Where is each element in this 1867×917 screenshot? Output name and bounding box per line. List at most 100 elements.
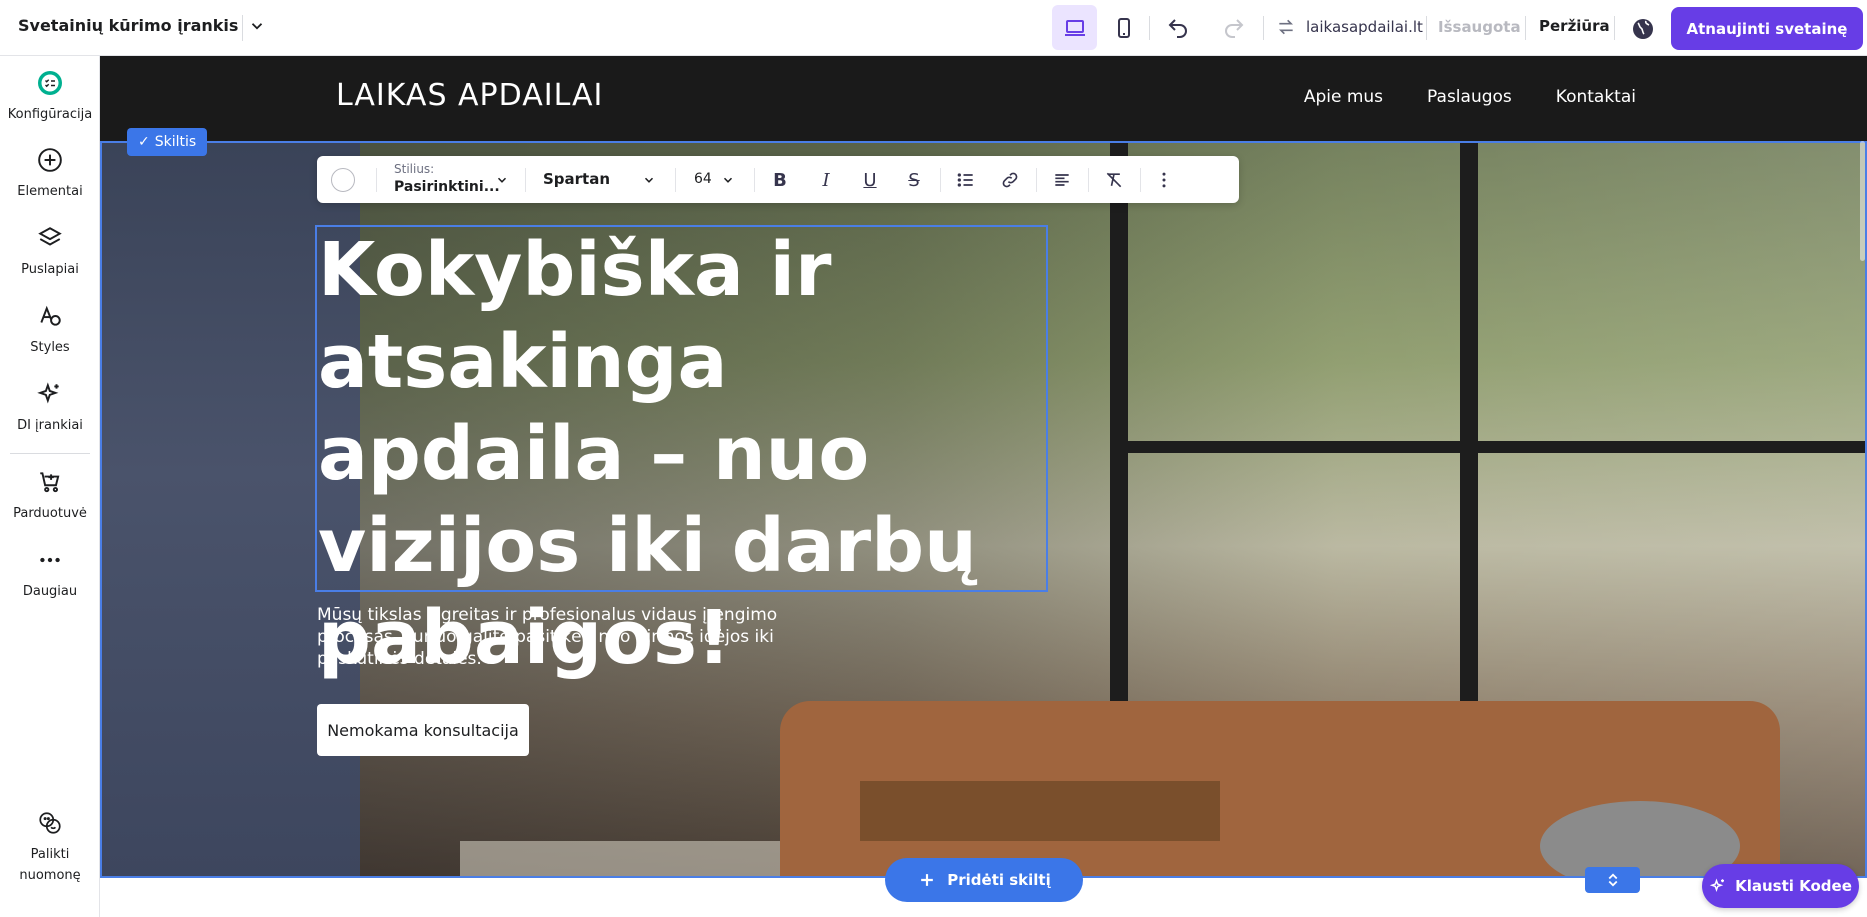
preview-button[interactable]: Peržiūra [1539,17,1610,35]
swap-arrows-icon [1278,19,1294,35]
divider [1525,16,1526,40]
link-icon [1002,172,1018,188]
sidebar-item-elements[interactable]: Elementai [0,147,100,202]
canvas-scrollbar[interactable] [1860,141,1865,261]
clear-format-button[interactable] [1102,168,1126,192]
domain-label: laikasapdailai.lt [1306,18,1423,36]
ask-kodee-button[interactable]: Klausti Kodee [1702,864,1859,908]
sidebar-item-pages[interactable]: Puslapiai [0,225,100,280]
smiley-icon [39,812,61,834]
plus-circle-icon [38,148,62,172]
font-size-select[interactable]: 64 [694,171,712,187]
undo-button[interactable] [1158,8,1198,48]
divider [10,453,90,454]
top-bar: Svetainių kūrimo įrankis laikasapdailai.… [0,0,1867,56]
align-left-icon [1055,174,1069,186]
sidebar-item-label: Puslapiai [21,262,79,277]
chevron-up-down-icon [1608,873,1617,887]
styles-icon [40,305,61,326]
strikethrough-button[interactable]: S [902,168,926,192]
text-style-select[interactable]: Stilius: Pasirinktini... [394,162,500,196]
divider [1263,16,1264,40]
bullet-list-button[interactable] [954,168,978,192]
sidebar-item-configuration[interactable]: Konfigūracija [0,70,100,125]
sparkles-icon [37,382,59,404]
domain-switcher[interactable]: laikasapdailai.lt [1276,17,1423,37]
divider [525,168,526,192]
bold-button[interactable]: B [768,168,792,192]
add-section-button[interactable]: Pridėti skiltį [885,858,1083,902]
kodee-sparkle-icon [1709,878,1725,892]
undo-icon [1168,19,1187,38]
divider [1088,168,1089,192]
section-tag[interactable]: ✓ Skiltis [127,128,208,156]
italic-button[interactable]: I [814,168,838,192]
nav-link-contacts[interactable]: Kontaktai [1556,87,1636,107]
hero-subtext[interactable]: Mūsų tikslas – greitas ir profesionalus … [317,604,817,670]
add-section-label: Pridėti skiltį [947,871,1051,889]
divider [675,168,676,192]
check-icon: ✓ [138,134,150,150]
globe-icon [1633,19,1653,39]
text-color-picker[interactable] [331,168,355,192]
divider [1426,16,1427,40]
sidebar-item-ai-tools[interactable]: DI įrankiai [0,381,100,436]
editor-canvas: LAIKAS APDAILAI Apie mus Paslaugos Konta… [100,56,1867,917]
hero-background-frame [1460,141,1478,701]
section-tag-label: Skiltis [154,134,197,150]
sidebar-item-styles[interactable]: Styles [0,303,100,358]
app-title-dropdown[interactable]: Svetainių kūrimo įrankis [18,16,266,35]
feedback-label: Palikti nuomonę [19,847,81,883]
divider [242,15,243,41]
phone-icon [1117,17,1130,38]
language-button[interactable] [1626,12,1660,46]
vertical-dots-icon [1162,172,1166,188]
free-consultation-button[interactable]: Nemokama konsultacija [317,704,529,756]
move-section-button[interactable] [1585,867,1640,893]
bold-icon: B [773,169,787,191]
underline-button[interactable]: U [858,168,882,192]
clear-format-icon [1106,172,1122,188]
update-website-button[interactable]: Atnaujinti svetainę [1671,7,1863,50]
app-title: Svetainių kūrimo įrankis [18,16,239,35]
sidebar-item-label: Styles [30,340,70,355]
divider [1149,16,1150,40]
divider [754,168,755,192]
checklist-icon [38,71,62,95]
strikethrough-icon: S [908,169,920,191]
mobile-view-button[interactable] [1101,5,1146,50]
sidebar-item-label: Elementai [17,184,83,199]
feedback-button[interactable]: Palikti nuomonę [0,810,100,886]
layers-icon [38,227,62,246]
divider [1614,16,1615,40]
hero-background-frame [1110,441,1867,453]
italic-icon: I [822,169,830,191]
sidebar-item-store[interactable]: Parduotuvė [0,469,100,524]
divider [376,168,377,192]
sidebar-item-label: Daugiau [22,584,78,599]
sidebar-item-label: Konfigūracija [7,107,93,122]
list-icon [957,173,973,187]
text-style-value: Pasirinktini... [394,179,500,195]
redo-icon [1225,19,1244,38]
cart-icon [40,472,60,493]
more-options-button[interactable] [1152,168,1176,192]
chevron-down-icon [723,177,733,183]
site-nav: Apie mus Paslaugos Kontaktai [1304,87,1636,107]
underline-icon: U [863,169,877,191]
align-button[interactable] [1050,168,1074,192]
left-sidebar: Konfigūracija Elementai Puslapiai Styles… [0,56,100,917]
sidebar-item-label: Parduotuvė [13,506,87,521]
site-logo[interactable]: LAIKAS APDAILAI [336,78,603,113]
chevron-down-icon [644,177,654,183]
divider [1140,168,1141,192]
link-button[interactable] [998,168,1022,192]
font-family-select[interactable]: Spartan [543,170,610,188]
nav-link-about[interactable]: Apie mus [1304,87,1383,107]
sidebar-item-more[interactable]: Daugiau [0,547,100,602]
desktop-view-button[interactable] [1052,5,1097,50]
divider [1036,168,1037,192]
redo-button[interactable] [1214,8,1254,48]
nav-link-services[interactable]: Paslaugos [1427,87,1512,107]
site-header[interactable]: LAIKAS APDAILAI Apie mus Paslaugos Konta… [100,56,1867,141]
